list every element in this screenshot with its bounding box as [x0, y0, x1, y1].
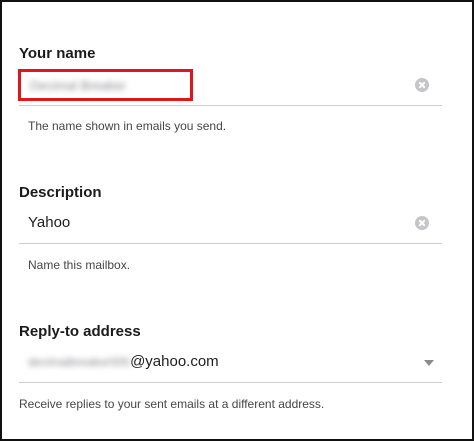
- reply-to-domain: @yahoo.com: [130, 353, 219, 370]
- reply-to-value: decimalbreaker000@yahoo.com: [28, 353, 219, 370]
- reply-to-helper-text: Receive replies to your sent emails at a…: [19, 397, 325, 411]
- caret-down-icon[interactable]: [424, 360, 434, 366]
- reply-to-section: Reply-to address decimalbreaker000@yahoo…: [19, 0, 442, 420]
- reply-to-select[interactable]: decimalbreaker000@yahoo.com: [19, 347, 442, 383]
- reply-to-label: Reply-to address: [19, 323, 141, 340]
- reply-to-local-part: decimalbreaker000: [28, 355, 131, 369]
